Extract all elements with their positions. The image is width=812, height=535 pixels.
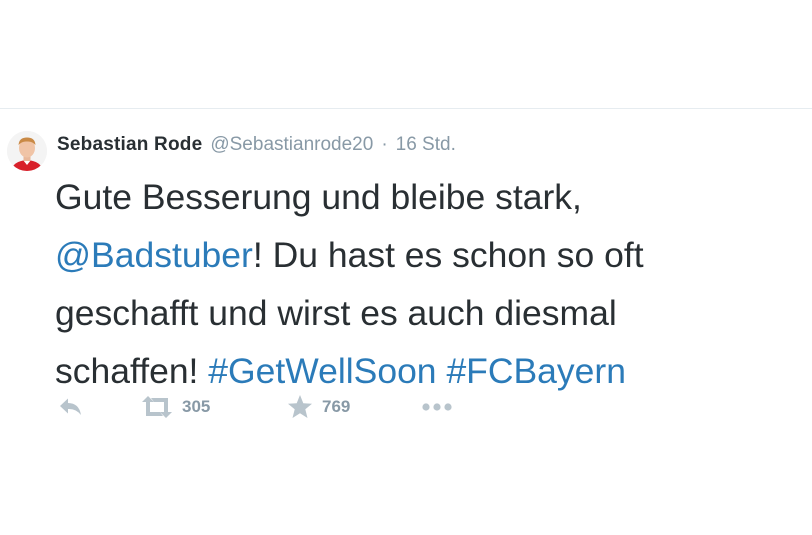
header-separator: · (381, 134, 388, 155)
author-display-name[interactable]: Sebastian Rode (57, 134, 202, 156)
tweet-text: Gute Besserung und bleibe stark, @Badstu… (55, 168, 805, 400)
favorite-count: 769 (322, 397, 351, 416)
hashtag-getwellsoon[interactable]: #GetWellSoon (208, 351, 436, 391)
tweet-line-4-text: schaffen! (55, 351, 209, 391)
tweet-actions: 305 769 (56, 393, 476, 421)
reply-button[interactable] (56, 393, 84, 421)
tweet-line-2-text: ! Du hast es schon so oft (252, 235, 644, 275)
tweet-timestamp[interactable]: 16 Std. (396, 134, 456, 156)
more-dots-icon (420, 393, 454, 421)
avatar[interactable] (7, 131, 47, 171)
reply-icon (56, 393, 84, 421)
mention-link[interactable]: @Badstuber (55, 235, 253, 275)
favorite-button[interactable]: 769 (286, 393, 350, 421)
tweet-line-1: Gute Besserung und bleibe stark, (55, 177, 582, 217)
tweet-header: Sebastian Rode @Sebastianrode20 · 16 Std… (57, 134, 456, 160)
tweet-card: Sebastian Rode @Sebastianrode20 · 16 Std… (0, 0, 812, 535)
retweet-count: 305 (182, 397, 211, 416)
tweet-line-4: schaffen! #GetWellSoon #FCBayern (55, 342, 805, 400)
tweet-line-2: @Badstuber! Du hast es schon so oft (55, 226, 805, 284)
star-icon (286, 393, 314, 421)
retweet-button[interactable]: 305 (140, 393, 210, 421)
more-button[interactable] (420, 393, 454, 421)
author-screen-name[interactable]: @Sebastianrode20 (210, 134, 373, 156)
tweet-line-3: geschafft und wirst es auch diesmal (55, 293, 617, 333)
retweet-icon (140, 393, 174, 421)
divider (0, 108, 812, 109)
hashtag-fcbayern[interactable]: #FCBayern (446, 351, 626, 391)
